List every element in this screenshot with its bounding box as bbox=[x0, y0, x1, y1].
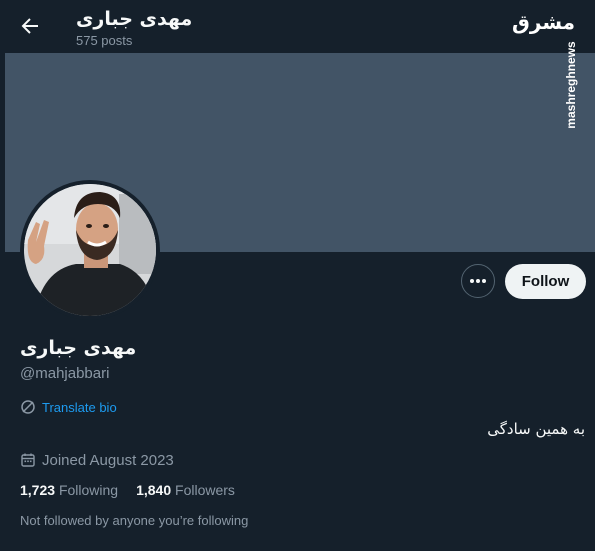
avatar[interactable] bbox=[20, 180, 160, 320]
followers-stat[interactable]: 1,840 Followers bbox=[136, 482, 235, 498]
following-stat[interactable]: 1,723 Following bbox=[20, 482, 118, 498]
more-options-button[interactable] bbox=[461, 264, 495, 298]
avatar-image bbox=[24, 184, 156, 316]
follow-button[interactable]: Follow bbox=[505, 264, 586, 299]
watermark-site: mashreghnews bbox=[556, 41, 586, 132]
following-count: 1,723 bbox=[20, 482, 56, 498]
joined-label: Joined August 2023 bbox=[42, 451, 174, 469]
followed-by-note: Not followed by anyone you’re following bbox=[20, 513, 249, 528]
posts-count: 575 posts bbox=[76, 33, 133, 48]
profile-bio: به همین سادگی bbox=[487, 420, 585, 438]
joined-date: Joined August 2023 bbox=[20, 451, 174, 469]
watermark-site-text: mashreghnews bbox=[564, 41, 578, 129]
translate-bio-link[interactable]: Translate bio bbox=[20, 398, 117, 416]
profile-name: مهدی جباری bbox=[20, 337, 137, 359]
more-icon bbox=[470, 279, 486, 283]
following-label: Following bbox=[58, 482, 119, 498]
translate-bio-label: Translate bio bbox=[42, 399, 117, 415]
followers-count: 1,840 bbox=[136, 482, 172, 498]
translate-icon bbox=[21, 400, 35, 414]
arrow-left-icon bbox=[21, 18, 38, 34]
profile-handle: @mahjabbari bbox=[20, 365, 110, 382]
followers-label: Followers bbox=[175, 482, 235, 498]
calendar-icon bbox=[21, 453, 35, 467]
banner-edge bbox=[0, 53, 5, 252]
follow-stats: 1,723 Following 1,840 Followers bbox=[20, 482, 235, 498]
header-name: مهدی جباری bbox=[76, 8, 193, 30]
back-button[interactable] bbox=[18, 14, 42, 38]
watermark-logo: مشرق bbox=[512, 10, 576, 34]
avatar-photo bbox=[24, 184, 156, 316]
profile-header: مهدی جباری 575 posts مشرق bbox=[0, 0, 595, 53]
